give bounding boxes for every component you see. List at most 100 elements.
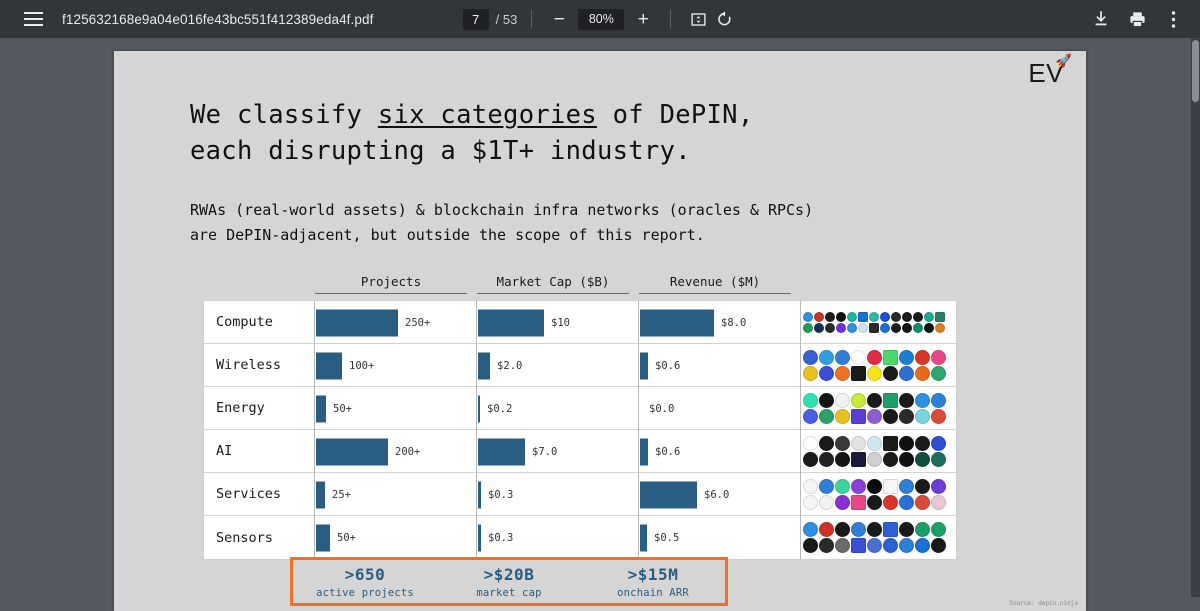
project-logo-icon xyxy=(867,436,882,451)
project-logo-icon xyxy=(883,393,898,408)
title-underlined: six categories xyxy=(377,100,597,130)
summary-item-2: >$20B market cap xyxy=(437,565,581,599)
project-logo-icon xyxy=(819,393,834,408)
project-logo-icon xyxy=(899,522,914,537)
bar-value-market-cap: $0.3 xyxy=(488,531,514,544)
cell-projects: 50+ xyxy=(314,387,476,430)
project-logo-icon xyxy=(851,350,866,365)
hamburger-icon[interactable] xyxy=(14,0,52,38)
bar-projects xyxy=(316,309,398,336)
project-logo-icon xyxy=(825,323,835,333)
project-logo-icon xyxy=(880,323,890,333)
title-line-2: each disrupting a $1T+ industry. xyxy=(190,136,691,166)
project-logo-icon xyxy=(819,436,834,451)
summary-box: >650 active projects >$20B market cap >$15M o… xyxy=(290,557,728,606)
more-vertical-icon[interactable] xyxy=(1160,6,1186,32)
project-logo-icon xyxy=(931,522,946,537)
project-logo-icon xyxy=(851,393,866,408)
print-icon[interactable] xyxy=(1124,6,1150,32)
project-logo-icon xyxy=(825,312,835,322)
project-logo-icon xyxy=(883,366,898,381)
project-logo-icon xyxy=(931,409,946,424)
project-logo-icon xyxy=(883,495,898,510)
project-logo-icon xyxy=(814,323,824,333)
pdf-toolbar: f125632168e9a04e016fe43bc551f412389eda4f… xyxy=(0,0,1200,38)
project-logo-icon xyxy=(915,495,930,510)
project-logo-icon xyxy=(858,312,868,322)
row-category-label: Energy xyxy=(216,400,265,416)
download-icon[interactable] xyxy=(1088,6,1114,32)
project-logo-icon xyxy=(835,409,850,424)
project-logo-icon xyxy=(858,323,868,333)
project-logo-icon xyxy=(851,522,866,537)
project-logo-icon xyxy=(935,323,945,333)
cell-projects: 25+ xyxy=(314,473,476,516)
zoom-out-button[interactable]: − xyxy=(546,6,572,32)
table-row: Energy 50+ $0.2 $0.0 xyxy=(204,387,956,430)
table-row: AI 200+ $7.0 $0.6 xyxy=(204,430,956,473)
bar-value-revenue: $0.6 xyxy=(655,445,681,458)
project-logo-icon xyxy=(803,479,818,494)
bar-value-projects: 25+ xyxy=(332,488,351,501)
vertical-scrollbar[interactable] xyxy=(1191,38,1200,597)
project-logo-icon xyxy=(851,479,866,494)
title-part-a: We classify xyxy=(190,100,378,130)
project-logo-icon xyxy=(915,409,930,424)
project-logo-icon xyxy=(819,495,834,510)
project-logo-icon xyxy=(915,538,930,553)
bar-value-market-cap: $2.0 xyxy=(497,359,523,372)
bar-revenue xyxy=(640,438,648,465)
page-number-input[interactable] xyxy=(462,8,489,30)
cell-project-logos xyxy=(800,430,958,473)
project-logo-icon xyxy=(867,452,882,467)
bar-projects xyxy=(316,481,325,508)
column-header-3: Revenue ($M) xyxy=(639,274,791,294)
table-column-headers: Projects Market Cap ($B) Revenue ($M) xyxy=(203,274,957,300)
project-logo-icon xyxy=(819,452,834,467)
cell-revenue: $0.6 xyxy=(638,344,800,387)
logo-row xyxy=(803,350,957,365)
rotate-icon[interactable] xyxy=(711,6,737,32)
subtitle-line-1: RWAs (real-world assets) & blockchain in… xyxy=(190,201,814,219)
table-row: Wireless 100+ $2.0 $0.6 xyxy=(204,344,956,387)
bar-value-projects: 200+ xyxy=(395,445,421,458)
slide-subtitle: RWAs (real-world assets) & blockchain in… xyxy=(190,198,813,248)
zoom-level-display[interactable]: 80% xyxy=(578,8,625,30)
row-category-label: Sensors xyxy=(216,529,273,546)
bar-value-projects: 250+ xyxy=(405,316,431,329)
zoom-in-button[interactable]: + xyxy=(630,6,656,32)
logo-row xyxy=(803,522,957,537)
logo-row xyxy=(803,436,957,451)
project-logo-icon xyxy=(891,323,901,333)
rocket-icon: 🚀 xyxy=(1055,53,1072,68)
row-category-label: AI xyxy=(216,443,233,459)
scrollbar-thumb[interactable] xyxy=(1192,40,1199,102)
category-table: Projects Market Cap ($B) Revenue ($M) Comp… xyxy=(203,274,957,560)
subtitle-line-2: are DePIN-adjacent, but outside the scop… xyxy=(190,226,705,244)
bar-projects xyxy=(316,438,388,465)
pdf-viewer[interactable]: EV 🚀 We classify six categories of DePIN… xyxy=(0,38,1200,611)
cell-revenue: $0.0 xyxy=(638,387,800,430)
project-logo-icon xyxy=(931,452,946,467)
project-logo-icon xyxy=(883,452,898,467)
project-logo-icon xyxy=(803,436,818,451)
bar-market-cap xyxy=(478,309,544,336)
cell-market-cap: $2.0 xyxy=(476,344,638,387)
bar-market-cap xyxy=(478,524,481,551)
cell-market-cap: $10 xyxy=(476,301,638,344)
bar-market-cap xyxy=(478,352,490,379)
project-logo-icon xyxy=(851,366,866,381)
logo-grid xyxy=(803,518,957,557)
cell-revenue: $0.6 xyxy=(638,430,800,473)
summary-value: >$20B xyxy=(483,564,535,584)
table-row: Sensors 50+ $0.3 $0.5 xyxy=(204,516,956,559)
logo-grid xyxy=(803,303,957,342)
cell-market-cap: $0.3 xyxy=(476,473,638,516)
source-label: Source: depin.ninja xyxy=(1009,600,1078,607)
logo-row xyxy=(803,366,957,381)
project-logo-icon xyxy=(803,522,818,537)
project-logo-icon xyxy=(915,393,930,408)
bar-value-revenue: $8.0 xyxy=(721,316,747,329)
summary-value: >$15M xyxy=(627,564,679,584)
fit-page-icon[interactable] xyxy=(685,6,711,32)
